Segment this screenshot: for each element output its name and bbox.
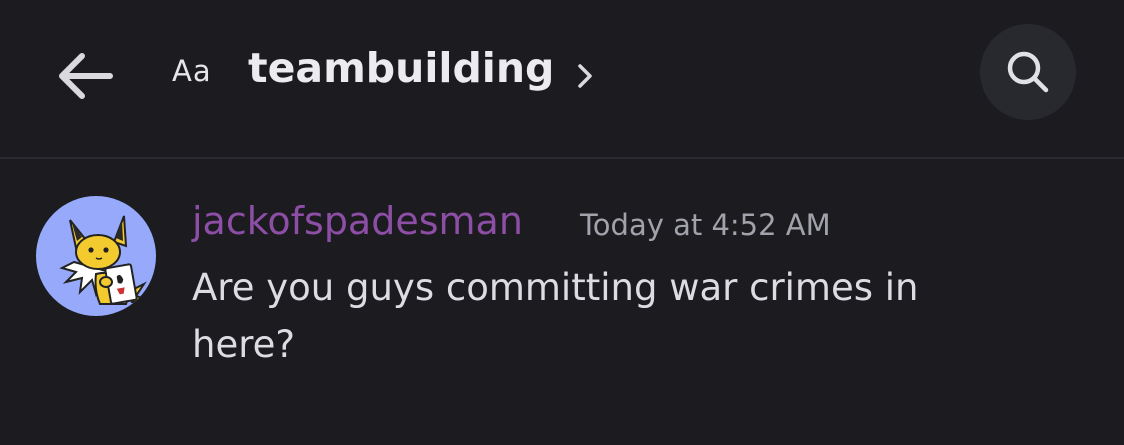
arrow-left-icon (59, 53, 113, 99)
jolteon-holding-playing-card-avatar (59, 215, 149, 305)
chat-screen: Aa teambuilding jackofspadesman Today at… (0, 0, 1124, 445)
message-author[interactable]: jackofspadesman (192, 199, 523, 243)
message-item: jackofspadesman Today at 4:52 AM Are you… (0, 159, 1124, 445)
forum-channel-icon: Aa (172, 54, 212, 88)
message-content: Are you guys committing war crimes in he… (192, 266, 919, 366)
back-button[interactable] (46, 40, 122, 112)
channel-header: Aa teambuilding (0, 0, 1124, 158)
search-button[interactable] (980, 24, 1076, 120)
chevron-right-icon[interactable] (574, 60, 596, 92)
search-icon (1007, 51, 1049, 93)
channel-name[interactable]: teambuilding (248, 44, 554, 92)
message-timestamp: Today at 4:52 AM (580, 208, 831, 242)
avatar[interactable] (36, 196, 156, 316)
